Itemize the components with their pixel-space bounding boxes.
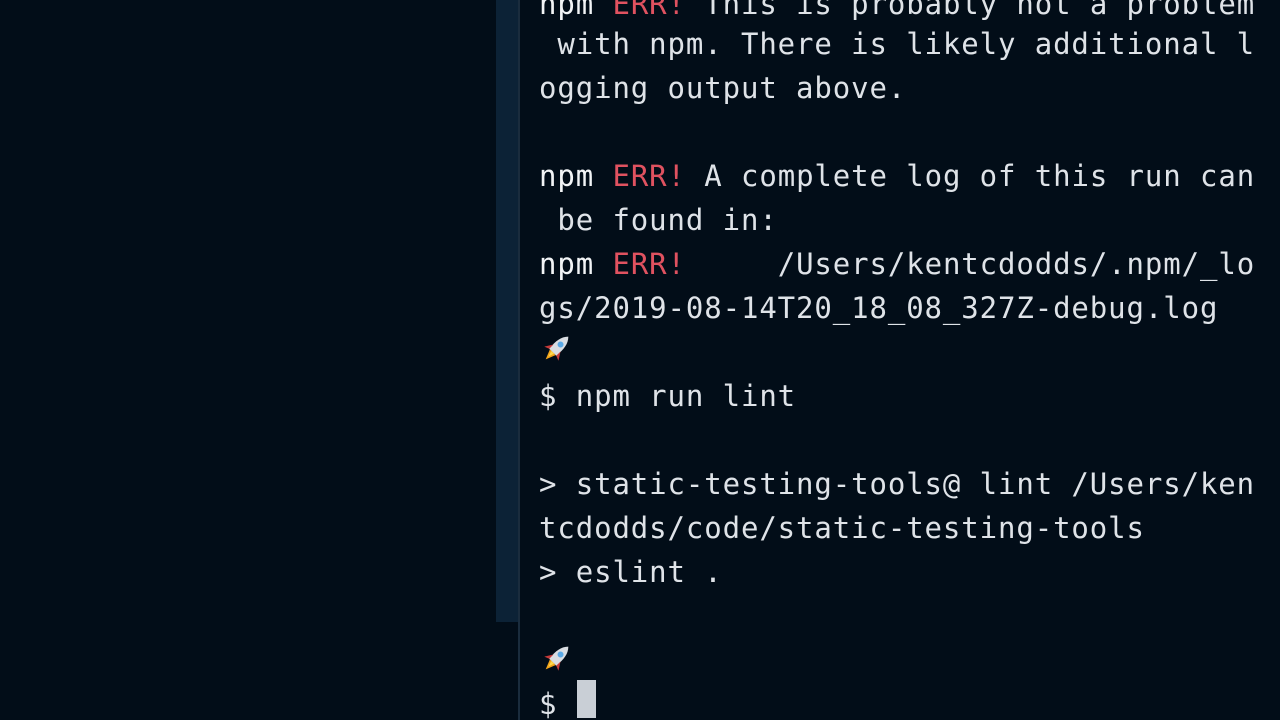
scrollbar-track[interactable] bbox=[496, 0, 518, 720]
line-text: ogging output above. bbox=[539, 71, 907, 105]
scrollbar-thumb[interactable] bbox=[496, 0, 518, 622]
err-tag: ERR! bbox=[612, 0, 686, 21]
terminal-line: $ npm run lint bbox=[539, 374, 796, 418]
line-text: > static-testing-tools@ lint /Users/ken bbox=[539, 467, 1256, 501]
terminal-line: ogging output above. bbox=[539, 66, 906, 110]
line-text: tcdodds/code/static-testing-tools bbox=[539, 511, 1145, 545]
terminal-line: npm ERR! /Users/kentcdodds/.npm/_lo bbox=[539, 242, 1255, 286]
err-tag: ERR! bbox=[612, 247, 686, 281]
terminal-line: tcdodds/code/static-testing-tools bbox=[539, 506, 1145, 550]
line-text: with npm. There is likely additional l bbox=[539, 27, 1256, 61]
line-text: This is probably not a problem bbox=[685, 0, 1256, 21]
terminal-line: > eslint . bbox=[539, 550, 723, 594]
rocket-icon bbox=[544, 336, 569, 361]
terminal-line: gs/2019-08-14T20_18_08_327Z-debug.log bbox=[539, 286, 1218, 330]
pane-divider[interactable] bbox=[518, 0, 520, 720]
text-cursor[interactable] bbox=[577, 680, 596, 718]
terminal-line: with npm. There is likely additional l bbox=[539, 22, 1255, 66]
line-text: > eslint . bbox=[539, 555, 723, 589]
terminal-window: npm ERR! This is probably not a problem … bbox=[0, 0, 1280, 720]
npm-prefix: npm bbox=[539, 159, 613, 193]
command-text: $ npm run lint bbox=[539, 379, 797, 413]
prompt-symbol: $ bbox=[539, 687, 576, 720]
npm-prefix: npm bbox=[539, 0, 613, 21]
line-text: /Users/kentcdodds/.npm/_lo bbox=[685, 247, 1256, 281]
terminal-output[interactable]: npm ERR! This is probably not a problem … bbox=[539, 0, 1280, 720]
line-text: A complete log of this run can bbox=[685, 159, 1256, 193]
line-text: be found in: bbox=[539, 203, 778, 237]
terminal-line: npm ERR! A complete log of this run can bbox=[539, 154, 1255, 198]
left-pane bbox=[0, 0, 496, 720]
terminal-line: be found in: bbox=[539, 198, 778, 242]
err-tag: ERR! bbox=[612, 159, 686, 193]
terminal-line: > static-testing-tools@ lint /Users/ken bbox=[539, 462, 1255, 506]
prompt-line[interactable]: $ bbox=[539, 682, 576, 720]
npm-prefix: npm bbox=[539, 247, 613, 281]
line-text: gs/2019-08-14T20_18_08_327Z-debug.log bbox=[539, 291, 1219, 325]
rocket-icon bbox=[544, 646, 569, 671]
